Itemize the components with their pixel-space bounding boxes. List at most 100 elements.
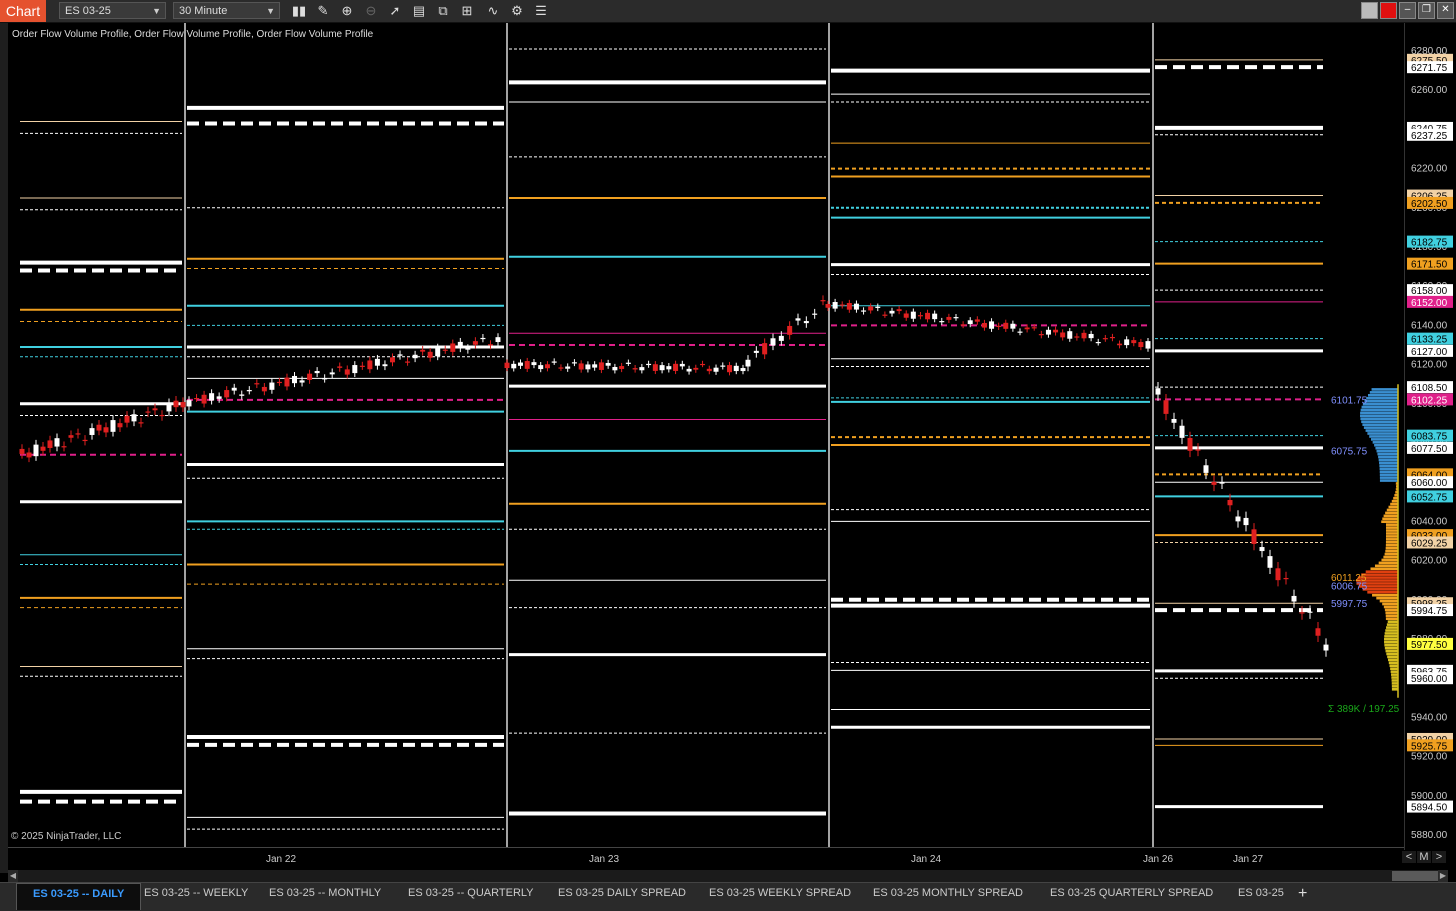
price-badge-label: 5894.50	[1411, 803, 1448, 814]
restore-icon[interactable]: ❐	[1418, 2, 1435, 19]
candle-body	[917, 315, 923, 317]
candle-body	[284, 377, 290, 387]
candle-body	[180, 402, 186, 408]
tab-weekly[interactable]: ES 03-25 -- WEEKLY	[144, 883, 248, 910]
candle-body	[896, 309, 902, 312]
scroll-right-icon[interactable]: ▶	[1438, 870, 1448, 882]
profile-bar	[1364, 399, 1398, 403]
indicators-icon[interactable]: ∿	[485, 3, 501, 19]
profile-bar	[1362, 588, 1398, 591]
candle-body	[124, 415, 130, 423]
profile-bar	[1372, 593, 1398, 597]
link-icon[interactable]	[1380, 2, 1397, 19]
candle-body	[939, 321, 945, 323]
zoom-out-button[interactable]: <	[1402, 851, 1416, 863]
candle-body	[1102, 338, 1108, 340]
profile-bar	[1369, 435, 1398, 438]
profile-bar	[1384, 640, 1398, 644]
price-badge-label: 5925.75	[1411, 741, 1448, 752]
candle-body	[329, 372, 335, 375]
instrument-value: ES 03-25	[65, 5, 111, 17]
price-badge-label: 6152.00	[1411, 298, 1448, 309]
zoom-mode-button[interactable]: M	[1417, 851, 1431, 863]
data-box-icon[interactable]: ▤	[411, 3, 427, 19]
candle-body	[131, 414, 137, 422]
candle-body	[1323, 644, 1329, 651]
candle-body	[713, 367, 719, 372]
profile-bar	[1391, 685, 1398, 688]
candle-body	[727, 365, 733, 373]
pointer-icon[interactable]: ➚	[387, 3, 403, 19]
price-badge-label: 6029.25	[1411, 538, 1448, 549]
zoom-in-icon[interactable]: ⊕	[339, 3, 355, 19]
strategy-icon[interactable]: ⊞	[459, 3, 475, 19]
interval-selector[interactable]: 30 Minute ▼	[173, 2, 280, 19]
candle-body	[276, 381, 282, 384]
profile-bar	[1388, 505, 1398, 509]
tab-monthly[interactable]: ES 03-25 -- MONTHLY	[269, 883, 381, 910]
candle-body	[578, 363, 584, 370]
candle-body	[480, 337, 486, 340]
price-axis[interactable]: 6280.006260.006240.006220.006200.006180.…	[1404, 23, 1456, 850]
tab-daily[interactable]: ES 03-25 -- DAILY	[16, 883, 142, 910]
price-tick-label: 5880.00	[1411, 830, 1448, 841]
time-axis[interactable]: Jan 22 Jan 23 Jan 24 Jan 26 Jan 27	[8, 847, 1404, 870]
candle-body	[1003, 322, 1009, 329]
candle-body	[967, 320, 973, 325]
tab-quarterly-spread[interactable]: ES 03-25 QUARTERLY SPREAD	[1050, 883, 1213, 910]
template-icon[interactable]: ⧉	[435, 3, 451, 19]
candle-body	[352, 365, 358, 374]
price-chart[interactable]: 6101.756075.756011.256006.755997.75	[8, 23, 1404, 847]
scroll-left-icon[interactable]: ◀	[8, 870, 18, 882]
candle-body	[946, 316, 952, 320]
minimize-icon[interactable]: –	[1399, 2, 1416, 19]
candle-body	[1131, 340, 1137, 344]
profile-bar	[1386, 626, 1398, 629]
tab-monthly-spread[interactable]: ES 03-25 MONTHLY SPREAD	[873, 883, 1023, 910]
candle-body	[558, 367, 564, 369]
profile-bar	[1381, 520, 1398, 524]
profile-bar	[1391, 682, 1398, 685]
horizontal-scrollbar[interactable]: ◀ ▶	[8, 870, 1448, 882]
candle-body	[1275, 568, 1281, 581]
profile-bar	[1379, 467, 1398, 471]
candle-body	[598, 362, 604, 370]
candle-body	[26, 452, 32, 458]
bar-type-icon[interactable]: ▮▮	[291, 3, 307, 19]
profile-levels	[20, 48, 1323, 830]
tab-es[interactable]: ES 03-25	[1238, 883, 1284, 910]
zoom-in-button[interactable]: >	[1432, 851, 1446, 863]
theme-icon[interactable]	[1361, 2, 1378, 19]
add-tab-icon[interactable]: +	[1298, 885, 1307, 903]
candle-body	[659, 365, 665, 371]
profile-bar	[1367, 590, 1398, 594]
price-badge-label: 6158.00	[1411, 286, 1448, 297]
properties-icon[interactable]: ⚙	[509, 3, 525, 19]
tab-weekly-spread[interactable]: ES 03-25 WEEKLY SPREAD	[709, 883, 851, 910]
time-tick-label: Jan 26	[1143, 854, 1174, 865]
profile-bar	[1388, 658, 1398, 662]
close-icon[interactable]: ✕	[1437, 2, 1454, 19]
list-icon[interactable]: ☰	[533, 3, 549, 19]
candle-body	[720, 365, 726, 367]
price-tick-label: 5900.00	[1411, 791, 1448, 802]
instrument-selector[interactable]: ES 03-25 ▼	[59, 2, 166, 19]
candle-body	[996, 325, 1002, 327]
volume-profile-histogram	[1356, 384, 1399, 698]
candle-body	[925, 312, 931, 320]
candle-body	[1219, 482, 1225, 484]
tab-quarterly[interactable]: ES 03-25 -- QUARTERLY	[408, 883, 534, 910]
chart-tabs: ES 03-25 -- DAILY ES 03-25 -- WEEKLY ES …	[0, 882, 1456, 911]
chart-menu-button[interactable]: Chart	[0, 0, 46, 22]
profile-bar	[1385, 614, 1398, 618]
profile-bar	[1385, 511, 1398, 515]
candle-body	[861, 310, 867, 312]
profile-price-labels: 6101.756075.756011.256006.755997.75	[1331, 395, 1368, 610]
drawing-tool-icon[interactable]: ✎	[315, 3, 331, 19]
zoom-out-icon[interactable]: ⊖	[363, 3, 379, 19]
candle-body	[974, 319, 980, 322]
candle-body	[33, 444, 39, 457]
tab-daily-spread[interactable]: ES 03-25 DAILY SPREAD	[558, 883, 686, 910]
volume-summary: Σ 389K / 197.25	[1328, 704, 1400, 715]
profile-bar	[1391, 688, 1398, 691]
